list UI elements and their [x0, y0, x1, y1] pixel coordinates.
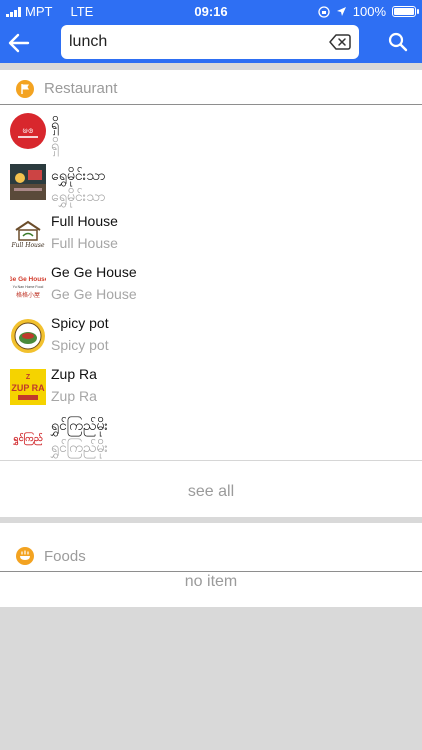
item-title: ရွှင်ကြည်မိုး [51, 417, 108, 433]
battery-label: 100% [352, 4, 386, 19]
restaurant-logo-red-text: ရွှင်ကြည် [10, 419, 46, 455]
see-all-button[interactable]: see all [0, 475, 422, 509]
restaurant-logo-zupra: Z ZUP RA [10, 369, 46, 405]
foods-section: Foods no item [0, 523, 422, 607]
food-icon [16, 547, 34, 565]
item-subtitle: Full House [51, 235, 118, 251]
divider [0, 104, 422, 105]
svg-text:Ge Ge House: Ge Ge House [10, 276, 46, 283]
header-bar: MPT LTE 09:16 100% [0, 0, 422, 63]
section-title-foods: Foods [44, 548, 86, 565]
restaurant-logo-spicypot [10, 318, 46, 354]
divider [0, 460, 422, 461]
status-bar: MPT LTE 09:16 100% [0, 0, 422, 22]
list-item[interactable]: Spicy pot Spicy pot [0, 312, 422, 363]
restaurant-section: Restaurant ၑၜ ရှိ ရှိ ရွှေမိုင်းသာ ရွှေမ… [0, 70, 422, 517]
item-title: Spicy pot [51, 315, 109, 331]
svg-text:ရွှင်ကြည်: ရွှင်ကြည် [13, 432, 44, 446]
restaurant-logo-red: ၑၜ [10, 113, 46, 149]
svg-text:Full House: Full House [10, 242, 45, 249]
item-title: Full House [51, 213, 118, 229]
item-title: Zup Ra [51, 366, 97, 382]
item-title: ရှိ [51, 116, 60, 132]
item-subtitle: ရွှင်ကြည်မိုး [51, 439, 108, 455]
restaurant-logo-photo [10, 164, 46, 200]
list-item[interactable]: ရွှင်ကြည် ရွှင်ကြည်မိုး ရွှင်ကြည်မိုး [0, 413, 422, 464]
list-item[interactable]: ရွှေမိုင်းသာ ရွှေမိုင်းသာ [0, 159, 422, 210]
item-subtitle: ရွှေမိုင်းသာ [51, 188, 106, 204]
restaurant-logo-gege: Ge Ge House Yu Nan Home Food 格格小屋 [10, 267, 46, 303]
list-item[interactable]: Full House Full House Full House [0, 210, 422, 261]
empty-state-text: no item [184, 573, 238, 590]
divider [0, 571, 422, 572]
svg-text:格格小屋: 格格小屋 [16, 291, 40, 299]
item-subtitle: Ge Ge House [51, 286, 137, 302]
item-subtitle: Zup Ra [51, 388, 97, 404]
svg-text:Yu Nan Home Food: Yu Nan Home Food [13, 285, 44, 289]
list-item[interactable]: ၑၜ ရှိ ရှိ [0, 108, 422, 159]
orientation-lock-icon [318, 5, 330, 18]
clear-text-icon[interactable] [329, 33, 351, 51]
flag-icon [16, 80, 34, 98]
svg-text:Z: Z [26, 374, 31, 381]
search-icon[interactable] [388, 32, 408, 52]
foods-section-header: Foods [0, 523, 422, 565]
restaurant-section-header: Restaurant [0, 70, 422, 105]
restaurant-logo-fullhouse: Full House [10, 216, 46, 252]
item-subtitle: Spicy pot [51, 337, 109, 353]
section-title-restaurant: Restaurant [44, 80, 118, 97]
list-item[interactable]: Ge Ge House Yu Nan Home Food 格格小屋 Ge Ge … [0, 261, 422, 312]
search-input[interactable] [69, 31, 309, 53]
battery-icon [392, 6, 419, 17]
item-title: ရွှေမိုင်းသာ [51, 167, 106, 183]
search-box [61, 25, 359, 59]
item-title: Ge Ge House [51, 264, 137, 280]
back-arrow-icon[interactable] [6, 30, 32, 56]
svg-text:ၑၜ: ၑၜ [22, 125, 33, 136]
location-icon [336, 7, 346, 16]
list-item[interactable]: Z ZUP RA Zup Ra Zup Ra [0, 363, 422, 414]
item-subtitle: ရှိ [51, 137, 60, 153]
svg-text:ZUP RA: ZUP RA [11, 383, 45, 393]
